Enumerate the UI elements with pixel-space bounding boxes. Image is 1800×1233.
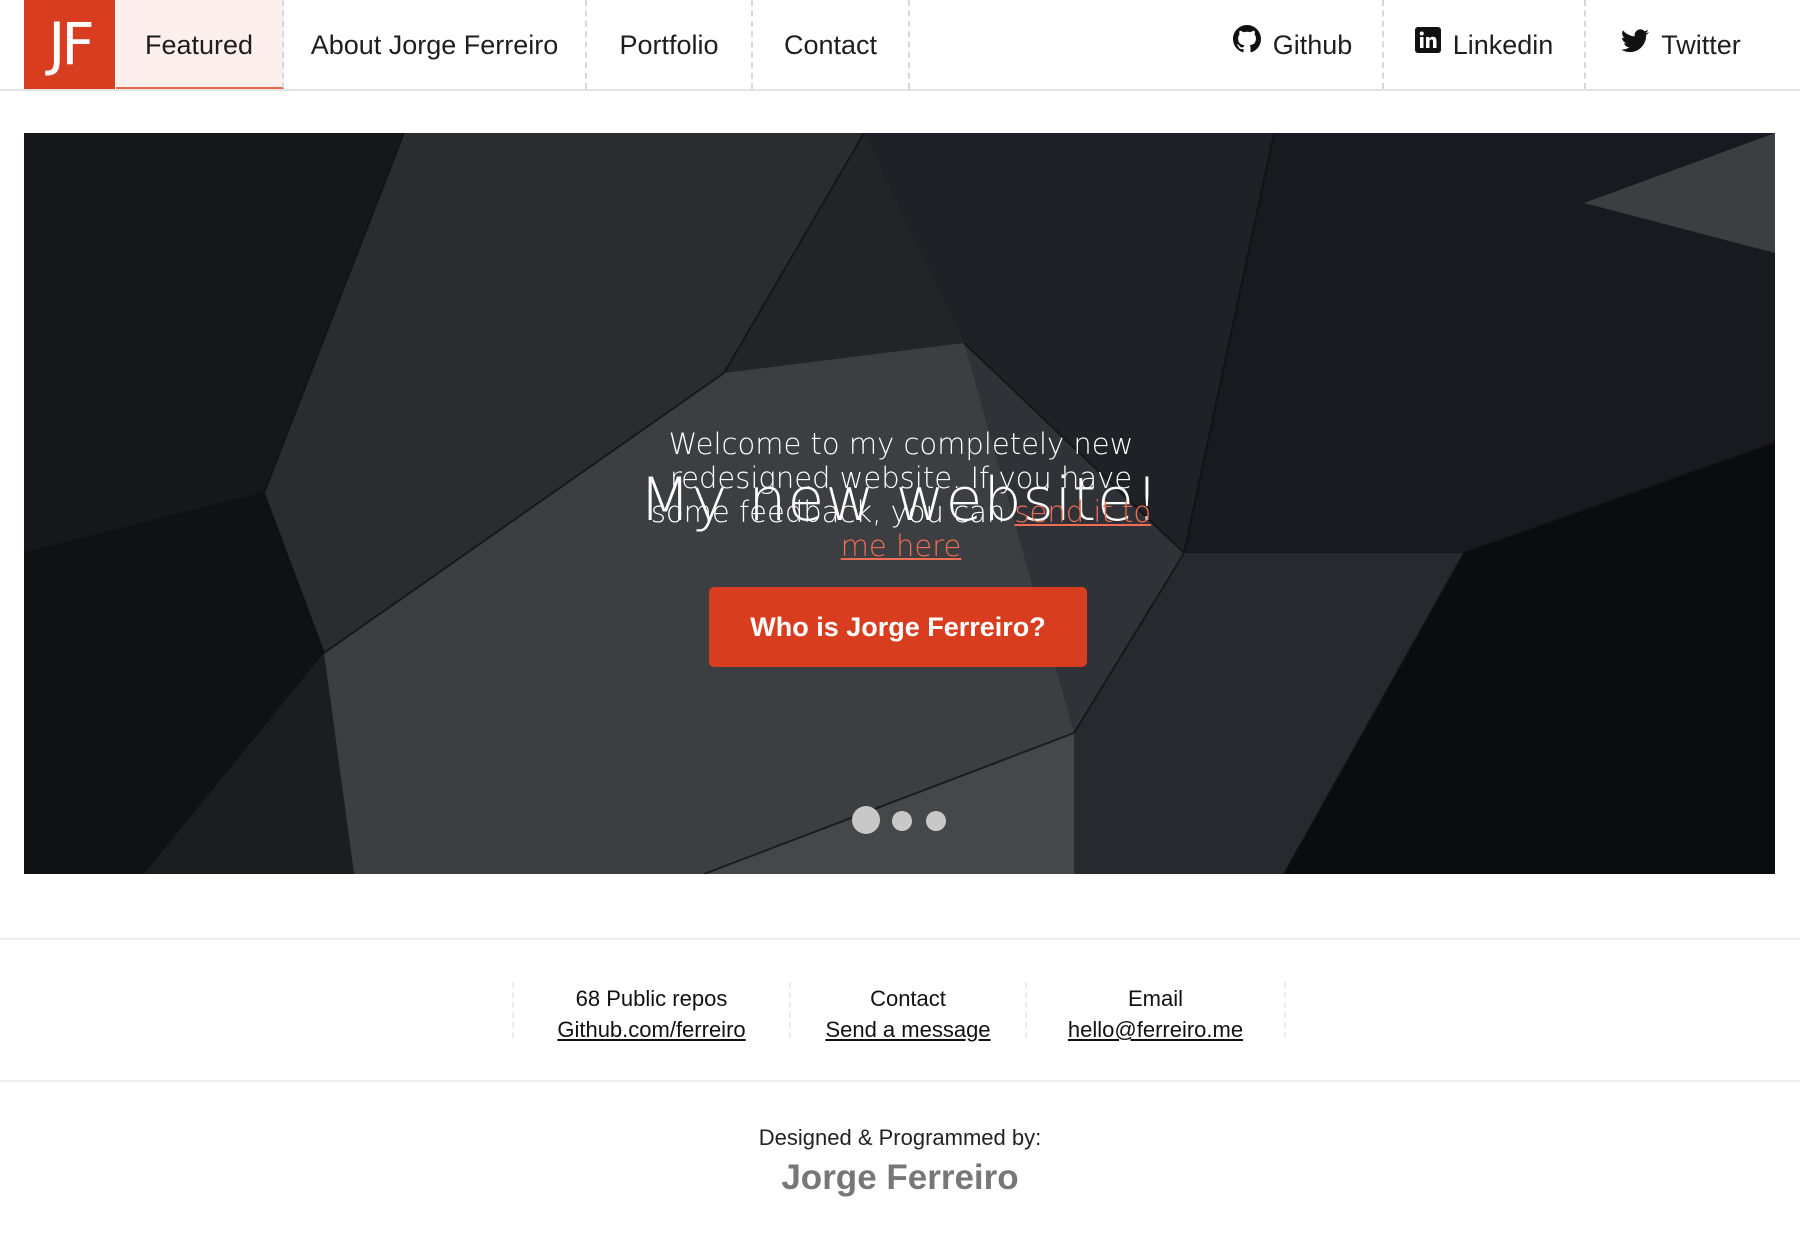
social-link-label: Twitter [1661, 30, 1741, 60]
twitter-icon [1621, 0, 1650, 89]
stat-contact: Contact Send a message [791, 983, 1025, 1045]
top-navbar: JF Featured About Jorge Ferreiro Portfol… [0, 0, 1800, 91]
nav-item-featured[interactable]: Featured [116, 0, 284, 89]
carousel-dot-3[interactable] [926, 811, 946, 831]
stat-email: Email hello@ferreiro.me [1027, 983, 1284, 1045]
email-link[interactable]: hello@ferreiro.me [1027, 1014, 1284, 1045]
stat-label: 68 Public repos [575, 986, 728, 1011]
footer-credit-name: Jorge Ferreiro [781, 1158, 1019, 1197]
stat-github: 68 Public repos Github.com/ferreiro [514, 983, 789, 1045]
divider [0, 1080, 1800, 1082]
who-is-jorge-button[interactable]: Who is Jorge Ferreiro? [709, 587, 1087, 667]
nav-item-about[interactable]: About Jorge Ferreiro [284, 0, 587, 89]
footer-credit-label: Designed & Programmed by: [758, 1125, 1042, 1150]
hero-description: Welcome to my completely new redesigned … [626, 427, 1176, 563]
linkedin-icon [1414, 0, 1441, 89]
github-icon [1232, 0, 1261, 89]
nav-item-contact[interactable]: Contact [753, 0, 910, 89]
carousel-dot-1[interactable] [852, 806, 880, 834]
social-link-label: Linkedin [1452, 30, 1554, 60]
divider [1284, 982, 1286, 1038]
stat-label: Contact [870, 986, 946, 1011]
social-link-github[interactable]: Github [1203, 0, 1384, 89]
hero-carousel: My new website! Welcome to my completely… [24, 133, 1775, 874]
send-message-link[interactable]: Send a message [791, 1014, 1025, 1045]
carousel-dot-2[interactable] [892, 811, 912, 831]
github-profile-link[interactable]: Github.com/ferreiro [514, 1014, 789, 1045]
nav-item-portfolio[interactable]: Portfolio [587, 0, 753, 89]
site-logo[interactable]: JF [24, 0, 115, 89]
stat-label: Email [1127, 986, 1183, 1011]
social-link-label: Github [1272, 30, 1353, 60]
divider [0, 938, 1800, 940]
social-link-linkedin[interactable]: Linkedin [1384, 0, 1586, 89]
social-link-twitter[interactable]: Twitter [1586, 0, 1776, 89]
